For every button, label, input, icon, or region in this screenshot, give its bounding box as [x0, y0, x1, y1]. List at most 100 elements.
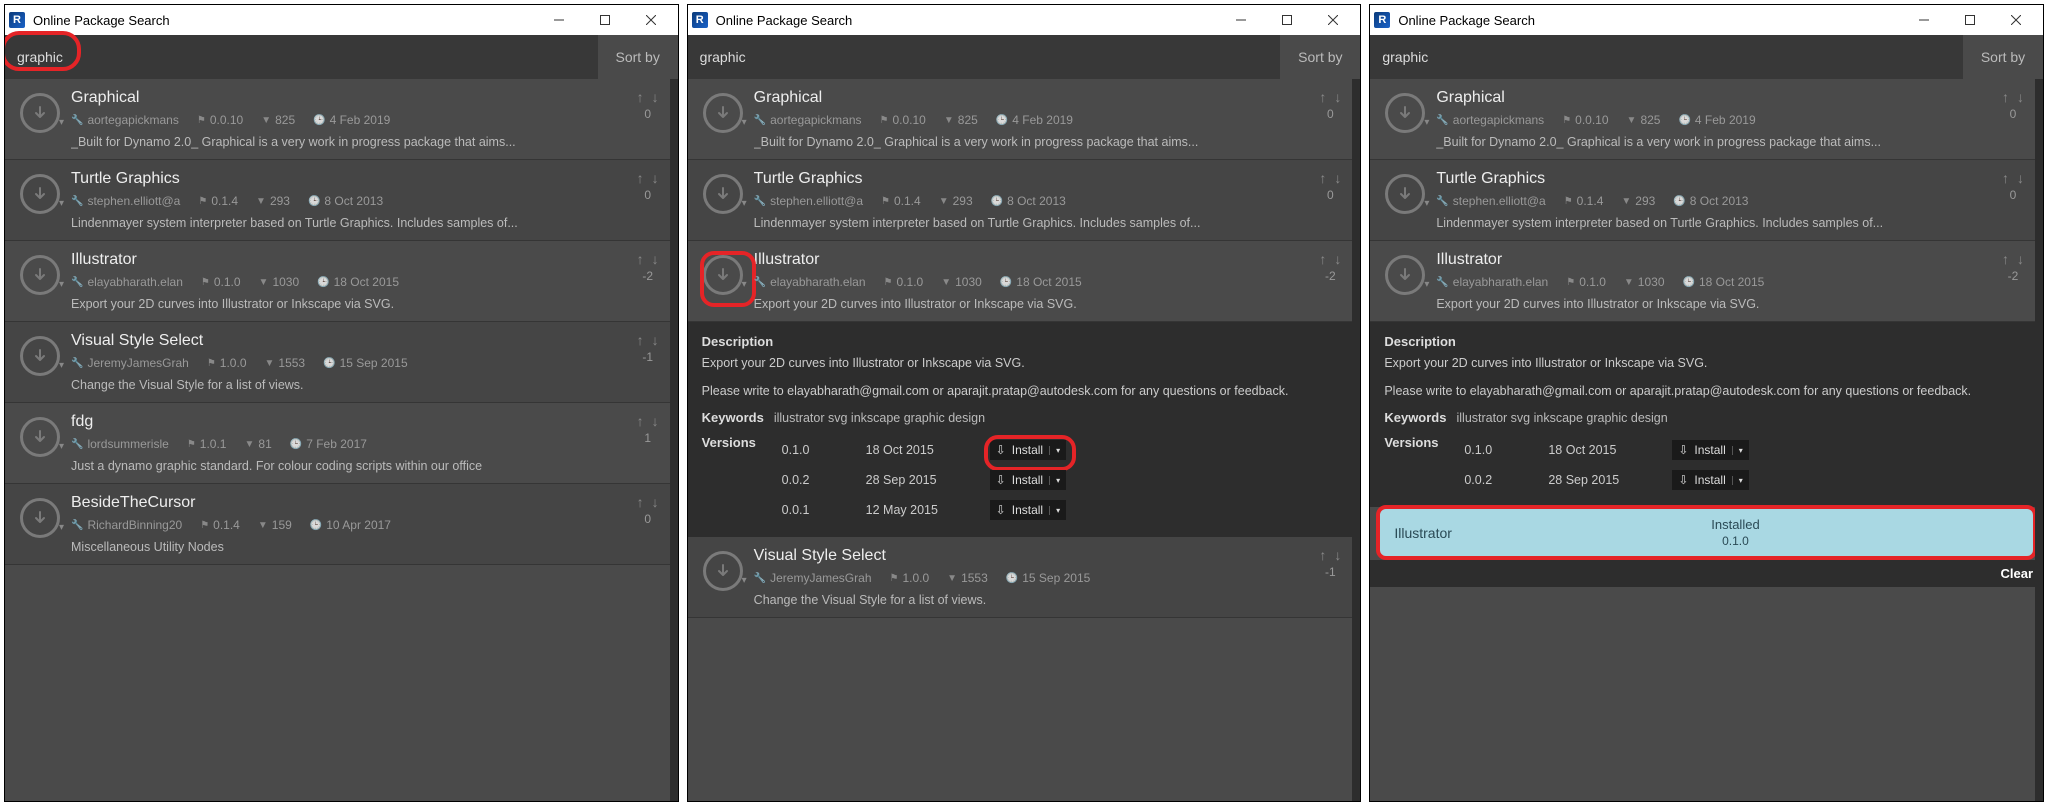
install-button[interactable]: ⇩Install▾: [1672, 440, 1748, 460]
downvote-icon[interactable]: ↓: [1334, 251, 1341, 267]
download-button[interactable]: ▾: [1374, 170, 1436, 230]
install-button[interactable]: ⇩Install▾: [1672, 470, 1748, 490]
scrollbar[interactable]: [1352, 79, 1360, 801]
package-row[interactable]: ▾ Graphical 🔧aortegapickmans ⚑0.0.10 ▼82…: [5, 79, 678, 160]
downloads: ▼1553: [265, 356, 306, 370]
download-button[interactable]: ▾: [692, 251, 754, 311]
install-dropdown-icon[interactable]: ▾: [1049, 446, 1060, 455]
vote-arrows[interactable]: ↑↓: [1319, 170, 1341, 186]
upvote-icon[interactable]: ↑: [637, 494, 644, 510]
search-input[interactable]: graphic: [688, 35, 1281, 79]
downvote-icon[interactable]: ↓: [1334, 89, 1341, 105]
download-icon: [20, 255, 60, 295]
install-button[interactable]: ⇩Install▾: [990, 440, 1066, 460]
upvote-icon[interactable]: ↑: [2002, 170, 2009, 186]
scrollbar[interactable]: [2035, 79, 2043, 801]
download-icon: [20, 93, 60, 133]
download-button[interactable]: ▾: [9, 251, 71, 311]
package-row[interactable]: ▾ Turtle Graphics 🔧stephen.elliott@a ⚑0.…: [688, 160, 1361, 241]
downvote-icon[interactable]: ↓: [652, 89, 659, 105]
download-button[interactable]: ▾: [1374, 251, 1436, 311]
install-dropdown-icon[interactable]: ▾: [1732, 476, 1743, 485]
download-button[interactable]: ▾: [9, 413, 71, 473]
downvote-icon[interactable]: ↓: [2017, 89, 2024, 105]
upvote-icon[interactable]: ↑: [637, 413, 644, 429]
upvote-icon[interactable]: ↑: [637, 332, 644, 348]
download-button[interactable]: ▾: [9, 332, 71, 392]
search-input[interactable]: graphic: [1370, 35, 1963, 79]
vote-arrows[interactable]: ↑↓: [1319, 251, 1341, 267]
upvote-icon[interactable]: ↑: [1319, 170, 1326, 186]
close-button[interactable]: [1310, 5, 1356, 35]
install-button[interactable]: ⇩Install▾: [990, 500, 1066, 520]
minimize-button[interactable]: [1218, 5, 1264, 35]
maximize-button[interactable]: [1264, 5, 1310, 35]
search-input[interactable]: graphic: [5, 35, 598, 79]
maximize-button[interactable]: [582, 5, 628, 35]
download-button[interactable]: ▾: [1374, 89, 1436, 149]
upvote-icon[interactable]: ↑: [637, 89, 644, 105]
downvote-icon[interactable]: ↓: [1334, 170, 1341, 186]
upvote-icon[interactable]: ↑: [1319, 547, 1326, 563]
scrollbar[interactable]: [670, 79, 678, 801]
download-button[interactable]: ▾: [692, 170, 754, 230]
minimize-button[interactable]: [536, 5, 582, 35]
download-button[interactable]: ▾: [692, 89, 754, 149]
vote-arrows[interactable]: ↑↓: [637, 89, 659, 105]
maximize-button[interactable]: [1947, 5, 1993, 35]
upvote-icon[interactable]: ↑: [1319, 89, 1326, 105]
download-button[interactable]: ▾: [9, 494, 71, 554]
download-button[interactable]: ▾: [9, 170, 71, 230]
package-row[interactable]: ▾ fdg 🔧lordsummerisle ⚑1.0.1 ▼81 🕒7 Feb …: [5, 403, 678, 484]
vote-arrows[interactable]: ↑↓: [637, 251, 659, 267]
upvote-icon[interactable]: ↑: [2002, 251, 2009, 267]
package-row[interactable]: ▾ Graphical 🔧aortegapickmans ⚑0.0.10 ▼82…: [688, 79, 1361, 160]
download-count-icon: ▼: [947, 573, 957, 584]
package-row[interactable]: ▾ Turtle Graphics 🔧stephen.elliott@a ⚑0.…: [1370, 160, 2043, 241]
package-row[interactable]: ▾ BesideTheCursor 🔧RichardBinning20 ⚑0.1…: [5, 484, 678, 565]
download-button[interactable]: ▾: [9, 89, 71, 149]
downvote-icon[interactable]: ↓: [2017, 251, 2024, 267]
close-button[interactable]: [1993, 5, 2039, 35]
download-button[interactable]: ▾: [692, 547, 754, 607]
downvote-icon[interactable]: ↓: [652, 332, 659, 348]
vote-arrows[interactable]: ↑↓: [2002, 89, 2024, 105]
upvote-icon[interactable]: ↑: [2002, 89, 2009, 105]
vote-arrows[interactable]: ↑↓: [637, 332, 659, 348]
downvote-icon[interactable]: ↓: [2017, 170, 2024, 186]
downvote-icon[interactable]: ↓: [652, 251, 659, 267]
vote-arrows[interactable]: ↑↓: [1319, 89, 1341, 105]
score: 0: [644, 188, 651, 202]
package-row[interactable]: ▾ Turtle Graphics 🔧stephen.elliott@a ⚑0.…: [5, 160, 678, 241]
install-button[interactable]: ⇩Install▾: [990, 470, 1066, 490]
package-row[interactable]: ▾ Visual Style Select 🔧JeremyJamesGrah ⚑…: [5, 322, 678, 403]
upvote-icon[interactable]: ↑: [637, 170, 644, 186]
vote-arrows[interactable]: ↑↓: [637, 170, 659, 186]
package-row[interactable]: ▾ Visual Style Select 🔧JeremyJamesGrah ⚑…: [688, 537, 1361, 618]
sort-by-button[interactable]: Sort by: [1280, 35, 1360, 79]
upvote-icon[interactable]: ↑: [637, 251, 644, 267]
sort-by-button[interactable]: Sort by: [1963, 35, 2043, 79]
sort-by-button[interactable]: Sort by: [598, 35, 678, 79]
upvote-icon[interactable]: ↑: [1319, 251, 1326, 267]
package-row[interactable]: ▾ Graphical 🔧aortegapickmans ⚑0.0.10 ▼82…: [1370, 79, 2043, 160]
minimize-button[interactable]: [1901, 5, 1947, 35]
description-heading: Description: [702, 334, 1347, 349]
close-button[interactable]: [628, 5, 674, 35]
downvote-icon[interactable]: ↓: [652, 413, 659, 429]
downvote-icon[interactable]: ↓: [652, 170, 659, 186]
package-row[interactable]: ▾ Illustrator 🔧elayabharath.elan ⚑0.1.0 …: [688, 241, 1361, 322]
install-dropdown-icon[interactable]: ▾: [1049, 506, 1060, 515]
downvote-icon[interactable]: ↓: [652, 494, 659, 510]
clear-button[interactable]: Clear: [1370, 560, 2043, 587]
vote-arrows[interactable]: ↑↓: [1319, 547, 1341, 563]
vote-arrows[interactable]: ↑↓: [637, 494, 659, 510]
vote-arrows[interactable]: ↑↓: [637, 413, 659, 429]
package-row[interactable]: ▾ Illustrator 🔧elayabharath.elan ⚑0.1.0 …: [5, 241, 678, 322]
downvote-icon[interactable]: ↓: [1334, 547, 1341, 563]
vote-arrows[interactable]: ↑↓: [2002, 170, 2024, 186]
install-dropdown-icon[interactable]: ▾: [1732, 446, 1743, 455]
vote-arrows[interactable]: ↑↓: [2002, 251, 2024, 267]
package-row[interactable]: ▾ Illustrator 🔧elayabharath.elan ⚑0.1.0 …: [1370, 241, 2043, 322]
install-dropdown-icon[interactable]: ▾: [1049, 476, 1060, 485]
